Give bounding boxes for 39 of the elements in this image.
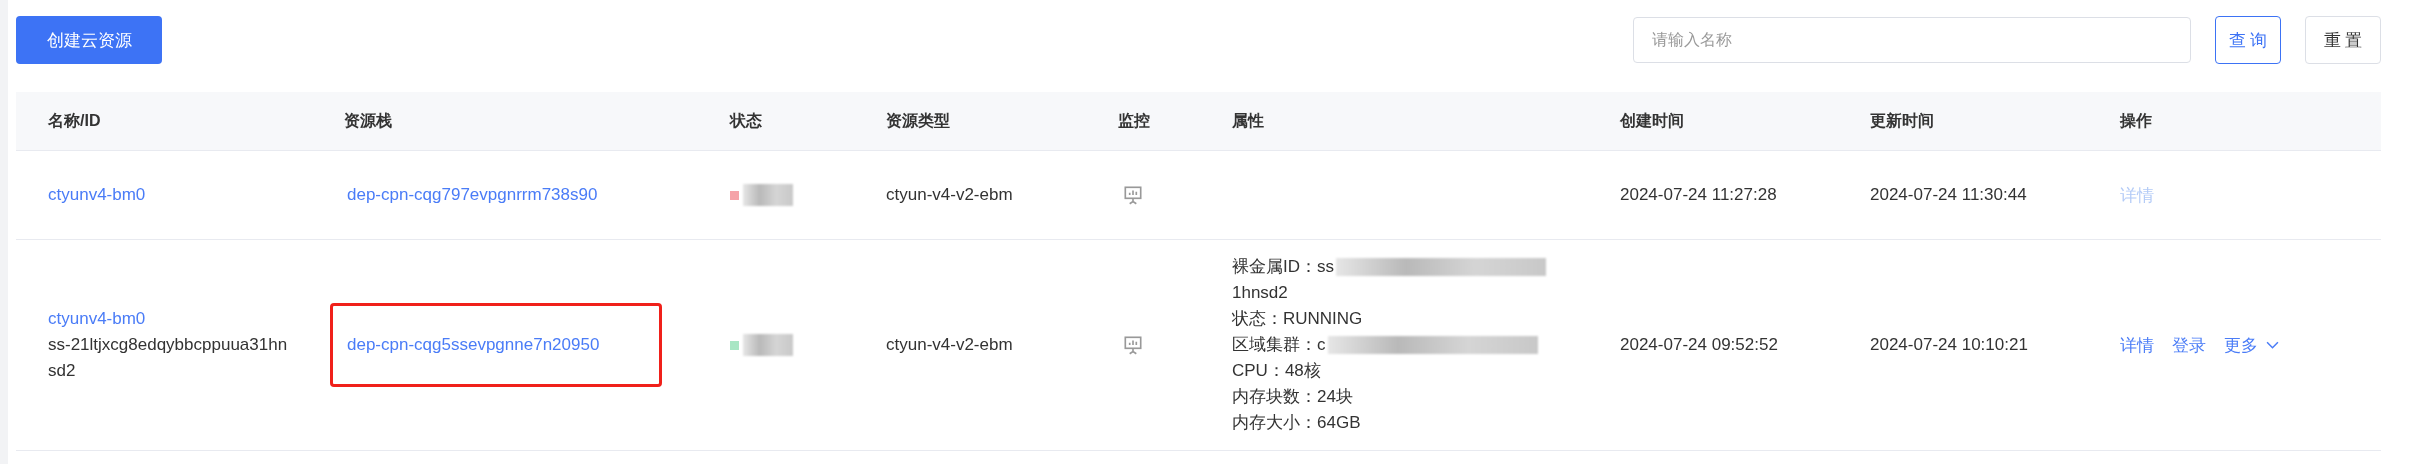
monitor-icon[interactable]	[1122, 184, 1144, 206]
property-text: 区域集群：c	[1232, 334, 1326, 356]
column-header: 属性	[1232, 110, 1265, 131]
redacted-status	[743, 334, 793, 356]
created-time: 2024-07-24 09:52:52	[1620, 335, 1779, 355]
resource-type: ctyun-v4-v2-ebm	[886, 185, 1014, 205]
column-header: 创建时间	[1620, 110, 1685, 131]
column-header: 名称/ID	[48, 110, 102, 131]
resource-stack-link[interactable]: dep-cpn-cqg5ssevpgnne7n20950	[347, 335, 600, 354]
resource-type: ctyun-v4-v2-ebm	[886, 335, 1014, 355]
property-text: 内存大小：64GB	[1232, 412, 1362, 434]
action-link[interactable]: 详情	[2120, 333, 2154, 357]
updated-time: 2024-07-24 11:30:44	[1870, 185, 2028, 205]
property-text: 裸金属ID：ss	[1232, 256, 1334, 278]
column-header: 更新时间	[1870, 110, 1935, 131]
redacted-status	[743, 184, 793, 206]
updated-time: 2024-07-24 10:10:21	[1870, 335, 2029, 355]
search-field[interactable]: 请输入名称	[1633, 17, 2191, 63]
action-link[interactable]: 登录	[2172, 333, 2206, 357]
column-header: 资源栈	[344, 110, 393, 131]
created-time: 2024-07-24 11:27:28	[1620, 185, 1778, 205]
resource-id: ss-21ltjxcg8edqybbcppuua31hnsd2	[48, 334, 289, 382]
chevron-down-icon	[2266, 340, 2279, 350]
column-header: 操作	[2120, 110, 2153, 131]
query-button[interactable]: 查 询	[2215, 16, 2281, 64]
property-text: 1hnsd2	[1232, 282, 1289, 304]
monitor-icon[interactable]	[1122, 334, 1144, 356]
column-header: 资源类型	[886, 110, 951, 131]
reset-button[interactable]: 重 置	[2305, 16, 2381, 64]
create-resource-button[interactable]: 创建云资源	[16, 16, 162, 64]
resource-name-link[interactable]: ctyunv4-bm0	[48, 306, 344, 332]
property-text: CPU：48核	[1232, 360, 1322, 382]
property-text: 状态：RUNNING	[1232, 308, 1364, 330]
column-header: 监控	[1118, 110, 1151, 131]
resource-name-link[interactable]: ctyunv4-bm0	[48, 182, 344, 208]
property-text: 内存块数：24块	[1232, 386, 1354, 408]
column-header: 状态	[730, 110, 763, 131]
resource-stack-link[interactable]: dep-cpn-cqg797evpgnrrm738s90	[347, 185, 598, 204]
more-dropdown[interactable]: 更多	[2224, 333, 2279, 357]
